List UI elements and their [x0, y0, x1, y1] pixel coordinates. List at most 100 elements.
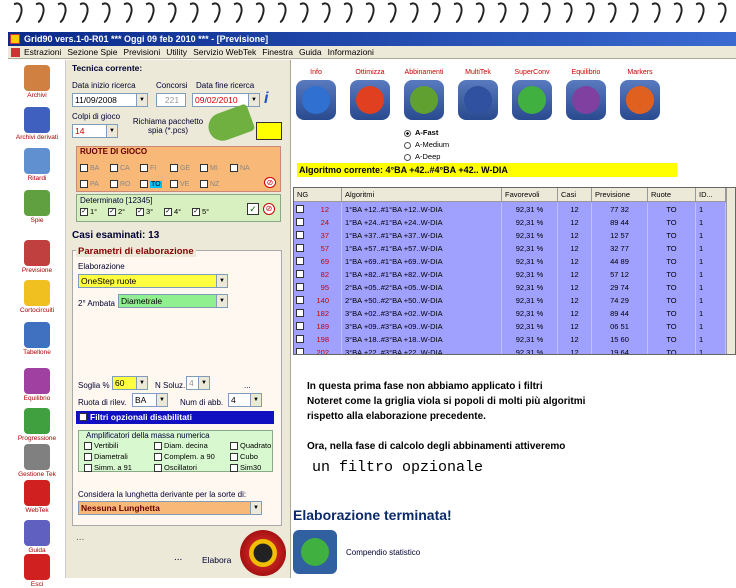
row-checkbox[interactable] [296, 283, 304, 291]
check-all-icon[interactable]: ✓ [247, 203, 259, 215]
determinato-checkbox[interactable]: ✓ [136, 208, 144, 217]
menu-item[interactable]: Sezione Spie [67, 47, 117, 57]
menu-app-icon[interactable] [11, 48, 20, 57]
sidebar-item-archivi[interactable]: Archivi [8, 65, 66, 99]
menu-item[interactable]: Previsioni [123, 47, 160, 57]
toolbar-button-multitek[interactable] [458, 80, 498, 120]
ampl-cubo[interactable]: Cubo [230, 452, 258, 462]
ampl-sim30[interactable]: Sim30 [230, 463, 261, 473]
radio-icon[interactable] [404, 153, 411, 161]
chevron-down-icon[interactable]: ▼ [136, 94, 147, 106]
ruota-pa[interactable]: PA [80, 180, 99, 188]
ampl-complem-a-90[interactable]: Complem. a 90 [154, 452, 215, 462]
chevron-down-icon[interactable]: ▼ [156, 394, 167, 406]
sidebar-item-equilibrio[interactable]: Equilibrio [8, 368, 66, 402]
grid-header-6[interactable]: ID... [696, 188, 726, 202]
grid-header-3[interactable]: Casi [558, 188, 592, 202]
menu-item[interactable]: Guida [299, 47, 322, 57]
chevron-down-icon[interactable]: ▼ [198, 377, 209, 389]
table-row[interactable]: 82 1°BA +82..#1°BA +82..W-DIA 92,31 % 12 57 … [294, 268, 728, 281]
toolbar-button-ottimizza[interactable] [350, 80, 390, 120]
data-inizio-field[interactable]: 11/09/2008 ▼ [72, 93, 148, 107]
colpi-field[interactable]: 14 ▼ [72, 124, 118, 138]
grid-header-0[interactable]: NG [294, 188, 342, 202]
chevron-down-icon[interactable]: ▼ [136, 377, 147, 389]
determinato-5[interactable]: ✓ 5° [192, 207, 209, 217]
ruota-mi[interactable]: MI [200, 164, 218, 172]
clear-determinato-icon[interactable]: ⊘ [263, 203, 275, 215]
determinato-3[interactable]: ✓ 3° [136, 207, 153, 217]
row-checkbox[interactable] [296, 348, 304, 354]
ruota-ca[interactable]: CA [110, 164, 130, 172]
ruota-fi[interactable]: FI [140, 164, 156, 172]
row-checkbox[interactable] [296, 335, 304, 343]
determinato-4[interactable]: ✓ 4° [164, 207, 181, 217]
num-abb-select[interactable]: 4 ▼ [228, 393, 262, 407]
data-fine-field[interactable]: 09/02/2010 ▼ [192, 93, 260, 107]
nsoluz-select[interactable]: 4 ▼ [186, 376, 210, 390]
yellow-swatch[interactable] [256, 122, 282, 140]
row-checkbox[interactable] [296, 257, 304, 265]
row-checkbox[interactable] [296, 244, 304, 252]
determinato-checkbox[interactable]: ✓ [80, 208, 88, 217]
determinato-checkbox[interactable]: ✓ [192, 208, 200, 217]
sidebar-item-ritardi[interactable]: Ritardi [8, 148, 66, 182]
ampl-checkbox[interactable] [84, 442, 92, 451]
ruota-checkbox[interactable] [110, 180, 118, 188]
filtri-checkbox[interactable] [79, 413, 87, 421]
ampl-checkbox[interactable] [154, 442, 162, 451]
table-row[interactable]: 69 1°BA +69..#1°BA +69..W-DIA 92,31 % 12 44 … [294, 255, 728, 268]
ambata-select[interactable]: Diametrale ▼ [118, 294, 228, 308]
toolbar-button-abbinamenti[interactable] [404, 80, 444, 120]
sidebar-item-gestione-tek[interactable]: Gestione Tek [8, 444, 66, 478]
grid-header-2[interactable]: Favorevoli [502, 188, 558, 202]
sidebar-item-progressione[interactable]: Progressione [8, 408, 66, 442]
toolbar-button-superconv[interactable] [512, 80, 552, 120]
ruota-nz[interactable]: NZ [200, 180, 219, 188]
table-row[interactable]: 202 3°BA +22..#3°BA +22..W-DIA 92,31 % 12 19… [294, 346, 728, 354]
info-icon[interactable]: i [264, 90, 278, 108]
ruota-checkbox[interactable] [170, 180, 178, 188]
ampl-diametrali[interactable]: Diametrali [84, 452, 128, 462]
table-row[interactable]: 24 1°BA +24..#1°BA +24..W-DIA 92,31 % 12 89 … [294, 216, 728, 229]
ruota-checkbox[interactable] [140, 164, 148, 172]
radio-icon[interactable] [404, 129, 411, 137]
ruota-checkbox[interactable] [200, 180, 208, 188]
grid-header-4[interactable]: Previsione [592, 188, 648, 202]
determinato-checkbox[interactable]: ✓ [164, 208, 172, 217]
row-checkbox[interactable] [296, 205, 304, 213]
ruota-checkbox[interactable] [80, 180, 88, 188]
ampl-checkbox[interactable] [154, 464, 162, 473]
chevron-down-icon[interactable]: ▼ [216, 275, 227, 287]
chevron-down-icon[interactable]: ▼ [216, 295, 227, 307]
toolbar-button-markers[interactable] [620, 80, 660, 120]
sidebar-item-guida[interactable]: Guida [8, 520, 66, 554]
row-checkbox[interactable] [296, 231, 304, 239]
ruota-checkbox[interactable] [80, 164, 88, 172]
grid-scrollbar[interactable] [726, 188, 735, 354]
ruota-checkbox[interactable] [140, 180, 148, 188]
ruota-ve[interactable]: VE [170, 180, 189, 188]
row-checkbox[interactable] [296, 218, 304, 226]
ampl-checkbox[interactable] [230, 442, 238, 451]
sidebar-item-archivi-derivati[interactable]: Archivi derivati [8, 107, 66, 141]
determinato-1[interactable]: ✓ 1° [80, 207, 97, 217]
ruota-na[interactable]: NA [230, 164, 250, 172]
sidebar-item-previsione[interactable]: Previsione [8, 240, 66, 274]
lunghetta-select[interactable]: Nessuna Lunghetta ▼ [78, 501, 262, 515]
determinato-checkbox[interactable]: ✓ [108, 208, 116, 217]
ampl-checkbox[interactable] [154, 453, 162, 462]
table-row[interactable]: 189 3°BA +09..#3°BA +09..W-DIA 92,31 % 12 06… [294, 320, 728, 333]
clear-ruote-icon[interactable]: ⊘ [264, 177, 276, 188]
ampl-simm-a-91[interactable]: Simm. a 91 [84, 463, 132, 473]
algoritmi-grid[interactable]: NG Algoritmi Favorevoli Casi Previsione Ruote… [293, 187, 736, 355]
determinato-2[interactable]: ✓ 2° [108, 207, 125, 217]
ruota-checkbox[interactable] [170, 164, 178, 172]
ampl-checkbox[interactable] [84, 464, 92, 473]
menu-item[interactable]: Finestra [262, 47, 293, 57]
row-checkbox[interactable] [296, 309, 304, 317]
ruota-rilev-select[interactable]: BA ▼ [132, 393, 168, 407]
ruota-checkbox[interactable] [200, 164, 208, 172]
ruota-checkbox[interactable] [110, 164, 118, 172]
radio-icon[interactable] [404, 141, 411, 149]
